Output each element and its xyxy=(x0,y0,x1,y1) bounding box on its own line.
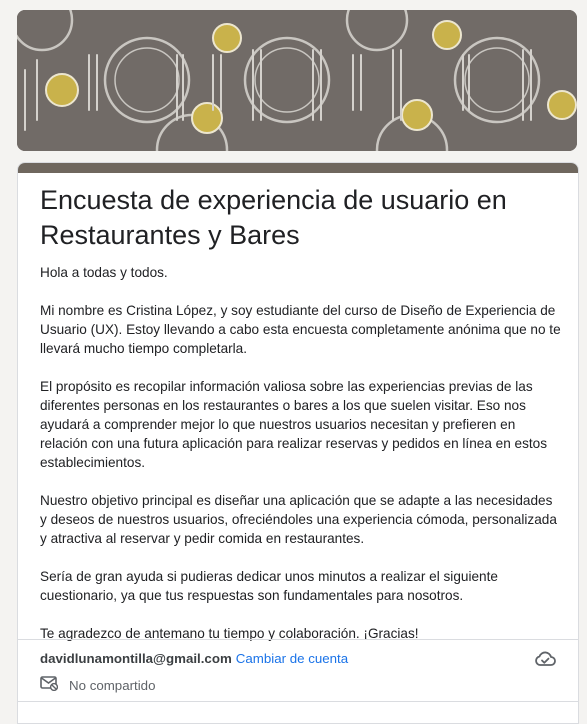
description-paragraph: El propósito es recopilar información va… xyxy=(40,379,548,470)
switch-account-link[interactable]: Cambiar de cuenta xyxy=(236,651,348,666)
description-paragraph: Te agradezco de antemano tu tiempo y col… xyxy=(40,626,419,641)
mail-off-icon xyxy=(40,675,69,696)
sharing-status: No compartido xyxy=(40,675,155,696)
description-paragraph: Mi nombre es Cristina López, y soy estud… xyxy=(40,303,561,356)
divider xyxy=(18,639,578,640)
divider xyxy=(18,701,578,702)
form-description: Hola a todas y todos. Mi nombre es Crist… xyxy=(40,263,562,662)
form-title: Encuesta de experiencia de usuario en Re… xyxy=(40,185,507,250)
description-paragraph: Sería de gran ayuda si pudieras dedicar … xyxy=(40,569,498,603)
account-info: davidlunamontilla@gmail.com Cambiar de cu… xyxy=(40,650,348,668)
cloud-done-icon xyxy=(534,650,556,668)
form-header-card: Encuesta de experiencia de usuario en Re… xyxy=(17,162,579,724)
account-email: davidlunamontilla@gmail.com xyxy=(40,651,232,666)
form-page: Encuesta de experiencia de usuario en Re… xyxy=(0,0,587,724)
sharing-status-label: No compartido xyxy=(69,677,156,693)
header-banner xyxy=(17,10,577,151)
description-paragraph: Nuestro objetivo principal es diseñar un… xyxy=(40,493,557,546)
description-paragraph: Hola a todas y todos. xyxy=(40,265,168,280)
tableware-pattern-image xyxy=(17,10,577,151)
card-accent-bar xyxy=(18,163,578,173)
